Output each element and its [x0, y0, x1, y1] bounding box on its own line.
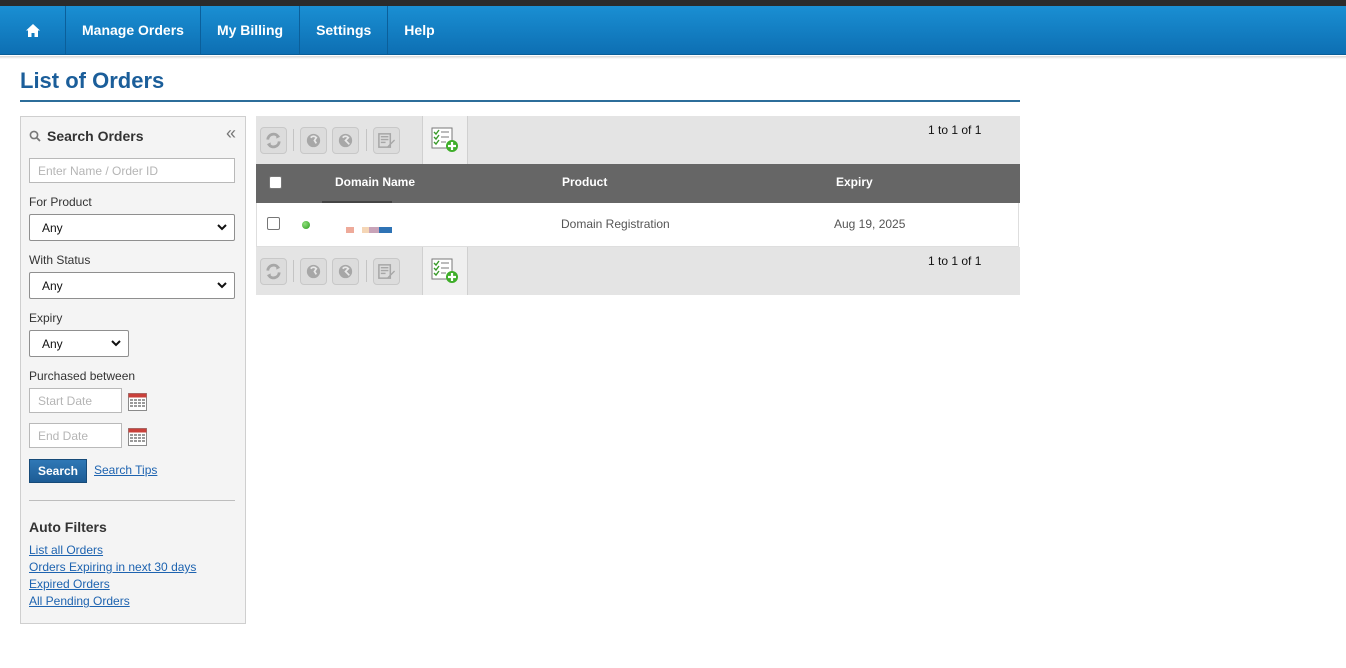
suspend-button[interactable]	[300, 127, 327, 154]
filter-expiring-30-days[interactable]: Orders Expiring in next 30 days	[29, 560, 196, 574]
product-select-value: Any	[42, 220, 63, 235]
column-header-product[interactable]: Product	[562, 175, 607, 189]
search-panel-title: Search Orders	[47, 128, 144, 144]
expiry-select[interactable]: Any	[29, 330, 129, 357]
status-select-value: Any	[42, 278, 63, 293]
search-panel-header: Search Orders	[29, 128, 144, 144]
suspend-button[interactable]	[300, 258, 327, 285]
home-icon	[25, 23, 40, 37]
edit-button[interactable]	[373, 258, 400, 285]
suspend-icon	[306, 264, 321, 279]
row-expiry: Aug 19, 2025	[834, 217, 906, 231]
end-date-input[interactable]	[29, 423, 122, 448]
calendar-icon[interactable]	[128, 392, 147, 411]
product-select[interactable]: Any	[29, 214, 235, 241]
nav-manage-orders[interactable]: Manage Orders	[66, 6, 201, 54]
add-order-button[interactable]	[422, 116, 468, 164]
toolbar-separator	[366, 260, 367, 282]
calendar-icon[interactable]	[128, 427, 147, 446]
add-order-button[interactable]	[422, 247, 468, 295]
nav-help[interactable]: Help	[388, 6, 450, 54]
add-order-icon	[431, 258, 458, 283]
refresh-icon	[266, 263, 281, 280]
redacted-domain-part	[369, 227, 379, 233]
toolbar-separator	[293, 129, 294, 151]
results-toolbar-bottom: 1 to 1 of 1	[256, 247, 1020, 295]
chevron-down-icon	[216, 279, 228, 294]
nav-settings[interactable]: Settings	[300, 6, 389, 54]
redacted-domain-part	[379, 227, 392, 233]
refresh-icon	[266, 132, 281, 149]
nav-my-billing[interactable]: My Billing	[201, 6, 301, 54]
unsuspend-icon	[338, 133, 353, 148]
column-header-expiry[interactable]: Expiry	[836, 175, 873, 189]
unsuspend-icon	[338, 264, 353, 279]
table-row[interactable]: Domain Registration Aug 19, 2025	[256, 203, 1019, 247]
orders-table-header: Domain Name Product Expiry	[256, 164, 1020, 203]
expiry-label: Expiry	[29, 311, 63, 325]
search-button[interactable]: Search	[29, 459, 87, 483]
filter-expired-orders[interactable]: Expired Orders	[29, 577, 110, 591]
edit-icon	[378, 264, 396, 279]
auto-filters-title: Auto Filters	[29, 519, 107, 535]
toolbar-separator	[366, 129, 367, 151]
suspend-icon	[306, 133, 321, 148]
expiry-select-value: Any	[42, 336, 63, 351]
results-toolbar-top: 1 to 1 of 1	[256, 116, 1020, 164]
pagination-info: 1 to 1 of 1	[928, 254, 982, 268]
search-icon	[29, 130, 41, 142]
status-label: With Status	[29, 253, 91, 267]
refresh-button[interactable]	[260, 258, 287, 285]
title-divider	[20, 100, 1020, 102]
add-order-icon	[431, 127, 458, 152]
name-orderid-input[interactable]	[29, 158, 235, 183]
toolbar-separator	[293, 260, 294, 282]
chevron-down-icon	[216, 221, 228, 236]
row-product: Domain Registration	[561, 217, 670, 231]
status-active-icon	[302, 221, 310, 229]
product-label: For Product	[29, 195, 92, 209]
main-navbar: Manage Orders My Billing Settings Help	[0, 6, 1346, 55]
select-all-checkbox[interactable]	[269, 176, 282, 189]
navbar-shadow	[0, 56, 1346, 59]
search-panel: Search Orders « For Product Any With Sta…	[20, 116, 246, 624]
purchased-label: Purchased between	[29, 369, 136, 383]
redacted-domain-part	[346, 227, 354, 233]
pagination-info: 1 to 1 of 1	[928, 123, 982, 137]
search-tips-link[interactable]: Search Tips	[94, 463, 157, 477]
edit-button[interactable]	[373, 127, 400, 154]
start-date-input[interactable]	[29, 388, 122, 413]
chevron-down-icon	[110, 337, 122, 352]
page-title: List of Orders	[20, 68, 165, 93]
panel-divider	[29, 500, 235, 501]
unsuspend-button[interactable]	[332, 258, 359, 285]
collapse-panel-icon[interactable]: «	[226, 124, 236, 142]
column-header-domain[interactable]: Domain Name	[335, 175, 415, 189]
filter-pending-orders[interactable]: All Pending Orders	[29, 594, 130, 608]
nav-home[interactable]	[0, 6, 66, 54]
refresh-button[interactable]	[260, 127, 287, 154]
status-select[interactable]: Any	[29, 272, 235, 299]
unsuspend-button[interactable]	[332, 127, 359, 154]
filter-list-all-orders[interactable]: List all Orders	[29, 543, 103, 557]
row-checkbox[interactable]	[267, 217, 280, 230]
edit-icon	[378, 133, 396, 148]
